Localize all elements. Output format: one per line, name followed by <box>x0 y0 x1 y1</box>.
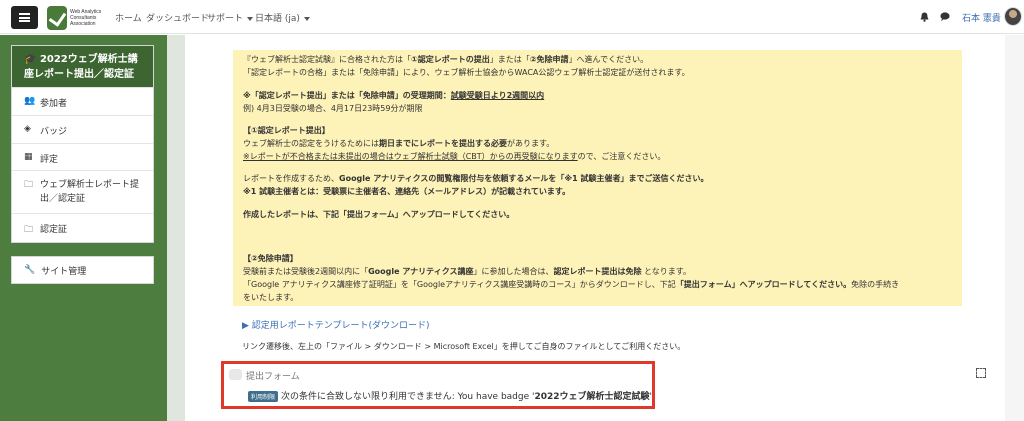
hamburger-icon <box>19 13 30 22</box>
report-template-link[interactable]: ▶ 認定用レポートテンプレート(ダウンロード) <box>242 318 430 331</box>
logo-mark-icon <box>47 5 67 30</box>
expand-icon[interactable] <box>976 368 986 378</box>
menu-toggle-button[interactable] <box>11 6 38 29</box>
content-gutter <box>167 35 185 421</box>
course-title[interactable]: 🎓 2022ウェブ解析士講座レポート提出／認定証 <box>12 46 153 87</box>
nav-support-menu[interactable]: サポート <box>207 11 254 24</box>
folder-icon: 🗀 <box>24 225 34 235</box>
sidebar-item-participants[interactable]: 👥 参加者 <box>12 87 153 115</box>
restriction-badge: 利用制限 <box>248 391 279 402</box>
shield-icon: ◈ <box>24 124 31 134</box>
chevron-down-icon <box>303 16 310 21</box>
chevron-down-icon <box>247 16 254 21</box>
restriction-message: 次の条件に合致しない限り利用できません: You have badge '202… <box>281 392 653 402</box>
site-logo[interactable]: Web Analytics Consultants Association <box>47 4 103 31</box>
sidebar-item-badges[interactable]: ◈ バッジ <box>12 115 153 143</box>
sidebar-item-certificate[interactable]: 🗀 認定証 <box>12 213 153 241</box>
download-instruction: リンク遷移後、左上の「ファイル > ダウンロード > Microsoft Exc… <box>242 342 686 351</box>
nav-home-link[interactable]: ホーム <box>115 11 142 24</box>
page-scrollbar[interactable] <box>1005 35 1024 421</box>
table-icon: ▦ <box>24 152 33 162</box>
top-navbar: Web Analytics Consultants Association ホー… <box>0 0 1024 34</box>
sidebar: 🎓 2022ウェブ解析士講座レポート提出／認定証 👥 参加者 ◈ バッジ ▦ 評… <box>0 35 167 421</box>
nav-dashboard-link[interactable]: ダッシュボード <box>146 11 209 24</box>
bell-icon[interactable] <box>920 12 929 22</box>
sidebar-item-grades[interactable]: ▦ 評定 <box>12 143 153 170</box>
assignment-icon <box>229 369 242 380</box>
logo-text: Web Analytics Consultants Association <box>70 8 102 27</box>
submission-form-title: 提出フォーム <box>246 372 300 382</box>
chat-icon[interactable] <box>940 12 950 21</box>
graduation-cap-icon: 🎓 <box>24 54 37 65</box>
sidebar-item-site-admin[interactable]: 🔧 サイト管理 <box>11 256 154 284</box>
users-icon: 👥 <box>24 96 36 106</box>
wrench-icon: 🔧 <box>24 265 36 275</box>
avatar[interactable] <box>1004 7 1022 26</box>
notice-box: 『ウェブ解析士認定試験』に合格された方は「①認定レポートの提出」または「②免除申… <box>233 50 962 306</box>
nav-language-menu[interactable]: 日本語 (ja) <box>255 11 310 24</box>
user-menu[interactable]: 石本 憲貴 <box>962 11 1001 24</box>
sidebar-item-report-section[interactable]: 🗀 ウェブ解析士レポート提出／認定証 <box>12 170 153 213</box>
folder-icon: 🗀 <box>24 180 34 190</box>
course-nav-card: 🎓 2022ウェブ解析士講座レポート提出／認定証 👥 参加者 ◈ バッジ ▦ 評… <box>11 45 154 243</box>
